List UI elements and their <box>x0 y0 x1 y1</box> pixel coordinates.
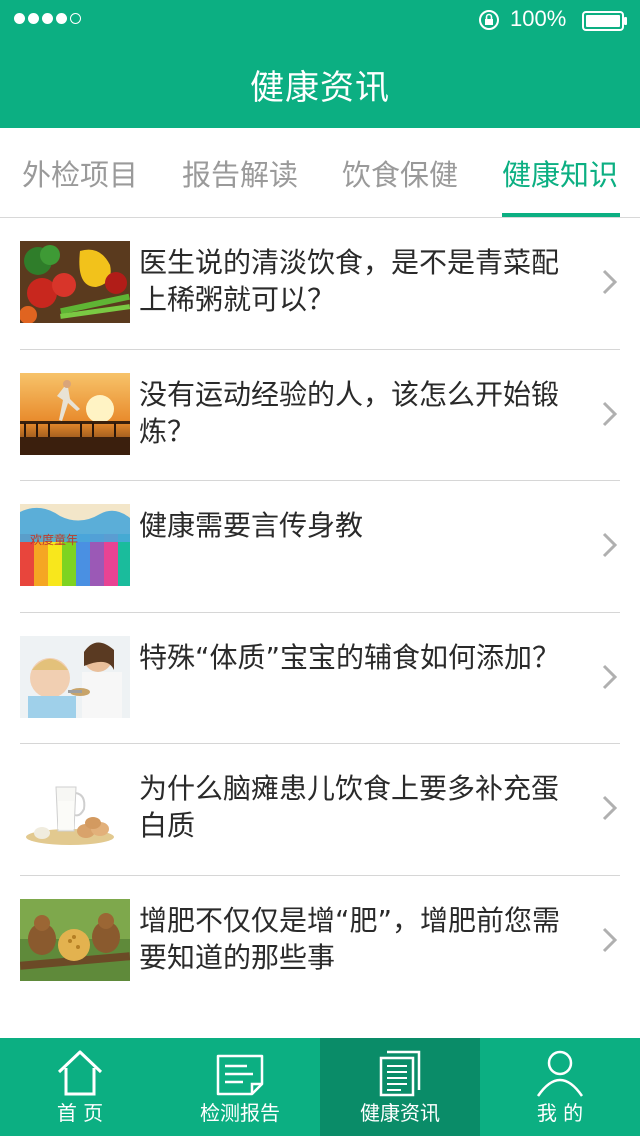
battery-icon <box>582 11 627 31</box>
list-item[interactable]: 特殊“体质”宝宝的辅食如何添加？ <box>20 613 620 744</box>
mother-feeding-baby-image <box>20 635 130 718</box>
article-title: 为什么脑瘫患儿饮食上要多补充蛋白质 <box>139 772 560 842</box>
list-item[interactable]: 增肥不仅仅是增“肥”，增肥前您需要知道的那些事 <box>20 876 620 1008</box>
news-icon <box>379 1050 421 1097</box>
article-thumbnail <box>20 898 130 981</box>
colorful-fence-image: 欢度童年 <box>20 504 130 586</box>
nav-label: 健康资讯 <box>360 1101 440 1125</box>
signal-strength-icon <box>14 13 81 24</box>
article-title: 健康需要言传身教 <box>139 509 364 542</box>
fence-caption: 欢度童年 <box>30 532 78 547</box>
list-item[interactable]: 欢度童年 健康需要言传身教 <box>20 481 620 613</box>
runner-sunset-image <box>20 372 130 455</box>
article-title: 特殊“体质”宝宝的辅食如何添加？ <box>139 640 561 674</box>
chevron-right-icon <box>602 664 618 689</box>
article-thumbnail <box>20 372 130 455</box>
nav-label: 首 页 <box>56 1101 104 1125</box>
article-thumbnail <box>20 635 130 718</box>
article-thumbnail <box>20 767 130 849</box>
article-title: 没有运动经验的人，该怎么开始锻炼？ <box>139 377 560 448</box>
article-thumbnail <box>20 241 130 323</box>
nav-reports[interactable]: 检测报告 <box>160 1038 320 1136</box>
milk-and-eggs-image <box>20 767 130 849</box>
chevron-right-icon <box>602 927 618 952</box>
nav-label: 我 的 <box>536 1101 584 1125</box>
chevron-right-icon <box>602 795 618 821</box>
nav-profile[interactable]: 我 的 <box>480 1038 640 1136</box>
vegetables-image <box>20 241 130 323</box>
squirrels-cookie-image <box>20 898 130 981</box>
status-bar: 100% <box>0 0 640 40</box>
report-icon <box>216 1054 264 1096</box>
chevron-right-icon <box>602 269 618 295</box>
article-title: 增肥不仅仅是增“肥”，增肥前您需要知道的那些事 <box>139 903 561 974</box>
tab-diet-care[interactable]: 饮食保健 <box>320 128 480 218</box>
nav-label: 检测报告 <box>200 1101 280 1125</box>
nav-health-news[interactable]: 健康资讯 <box>320 1038 480 1136</box>
category-tabs: 外检项目 报告解读 饮食保健 健康知识 <box>0 128 640 218</box>
battery-percentage: 100% <box>510 6 567 31</box>
tab-report-reading[interactable]: 报告解读 <box>160 128 320 218</box>
home-icon <box>57 1050 103 1096</box>
user-icon <box>536 1050 584 1097</box>
chevron-right-icon <box>602 532 618 558</box>
article-list: 医生说的清淡饮食，是不是青菜配上稀粥就可以？ 没有运动经验的人，该怎么开始锻炼？… <box>0 218 640 1007</box>
tab-external-check[interactable]: 外检项目 <box>0 128 160 218</box>
chevron-right-icon <box>602 401 618 426</box>
list-item[interactable]: 为什么脑瘫患儿饮食上要多补充蛋白质 <box>20 744 620 876</box>
nav-home[interactable]: 首 页 <box>0 1038 160 1136</box>
article-title: 医生说的清淡饮食，是不是青菜配上稀粥就可以？ <box>139 246 560 316</box>
rotation-lock-icon <box>479 10 499 30</box>
tab-health-knowledge[interactable]: 健康知识 <box>480 128 640 218</box>
article-thumbnail: 欢度童年 <box>20 504 130 586</box>
app-header: 健康资讯 <box>0 40 640 128</box>
list-item[interactable]: 没有运动经验的人，该怎么开始锻炼？ <box>20 350 620 481</box>
list-item[interactable]: 医生说的清淡饮食，是不是青菜配上稀粥就可以？ <box>20 218 620 350</box>
page-title: 健康资讯 <box>250 67 390 108</box>
bottom-navigation: 首 页 检测报告 健康资讯 我 的 <box>0 1038 640 1136</box>
active-tab-indicator <box>502 213 620 217</box>
